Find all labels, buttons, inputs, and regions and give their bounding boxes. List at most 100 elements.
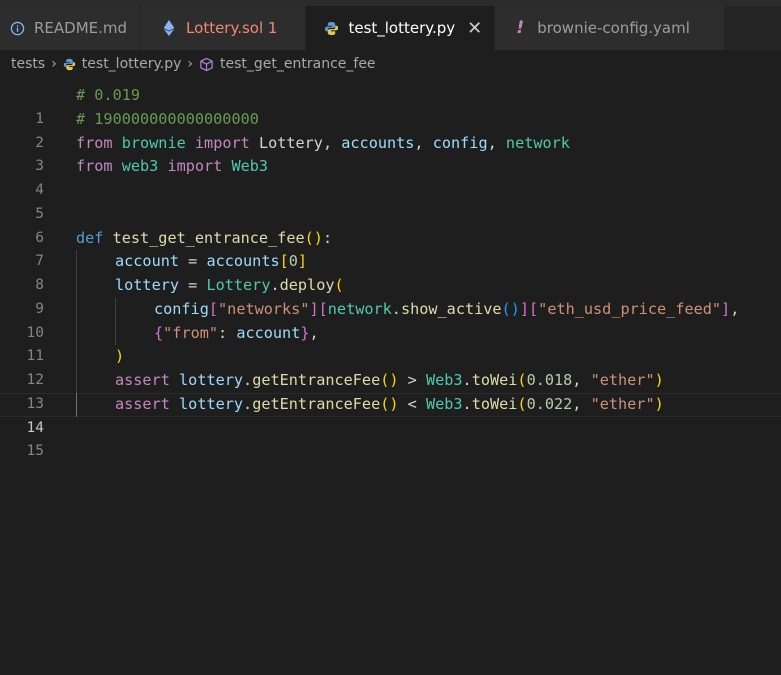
indent-guide <box>76 369 77 393</box>
method-name: show_active <box>400 299 502 318</box>
keyword: from <box>76 133 113 152</box>
code-line: 2 # 190000000000000000 <box>0 108 781 151</box>
breadcrumb-folder[interactable]: tests <box>11 56 45 72</box>
punctuation: . <box>462 394 472 413</box>
keyword: from <box>76 157 113 176</box>
bracket: ] <box>721 299 731 318</box>
number: 0 <box>288 252 298 271</box>
identifier: lottery <box>115 276 180 294</box>
punctuation: : <box>218 323 237 342</box>
tab-label: Lottery.sol 1 <box>186 19 278 37</box>
bracket: ) <box>389 371 399 389</box>
breadcrumb-file[interactable]: test_lottery.py <box>82 56 182 72</box>
indent-guide <box>76 250 77 274</box>
close-icon[interactable]: ✕ <box>467 18 482 39</box>
bracket: ] <box>519 299 530 318</box>
identifier: Web3 <box>231 157 269 176</box>
method-name: getEntranceFee <box>252 371 381 389</box>
indent-guide <box>76 392 77 417</box>
tab-lottery-sol[interactable]: Lottery.sol 1 <box>140 6 307 50</box>
punctuation: . <box>243 371 253 389</box>
identifier: network <box>327 299 392 318</box>
bracket: [ <box>208 299 219 318</box>
bracket: } <box>300 323 310 342</box>
info-icon <box>8 21 26 36</box>
indent-guide <box>76 321 77 346</box>
punctuation: , <box>487 133 497 152</box>
class-name: Lottery <box>206 276 271 294</box>
identifier: lottery <box>179 371 244 389</box>
bracket: ) <box>313 228 323 247</box>
exclamation-icon: ! <box>516 18 525 38</box>
operator: > <box>398 371 426 389</box>
identifier: network <box>505 133 570 152</box>
identifier: config <box>432 133 488 152</box>
code-line: 1 # 0.019 <box>0 84 781 127</box>
breadcrumb-symbol[interactable]: test_get_entrance_fee <box>220 56 376 72</box>
number: 0.018 <box>526 371 573 389</box>
python-icon <box>322 21 340 36</box>
punctuation: . <box>270 276 280 294</box>
tab-label: brownie-config.yaml <box>537 19 690 37</box>
string: "networks" <box>218 299 310 318</box>
bracket: ( <box>380 394 390 413</box>
bracket: ( <box>501 299 511 318</box>
identifier: accounts <box>341 133 415 152</box>
identifier: account <box>115 252 180 271</box>
punctuation: . <box>243 394 253 413</box>
indent-guide <box>115 321 116 346</box>
string: "eth_usd_price_feed" <box>538 299 722 318</box>
bracket: ) <box>654 371 664 389</box>
code-line-current: 14 assert lottery.getEntranceFee() < Web… <box>0 392 781 436</box>
string: "from" <box>163 323 219 342</box>
chevron-right-icon: › <box>51 56 57 72</box>
code-line: 4 from web3 import Web3 <box>0 155 781 198</box>
code-line: 11 {"from": account}, <box>0 321 781 364</box>
punctuation: , <box>730 299 740 318</box>
bracket: ) <box>115 347 125 366</box>
bracket: [ <box>279 252 289 271</box>
operator: = <box>179 276 207 294</box>
comment: # 0.019 <box>76 86 141 104</box>
module-name: web3 <box>121 157 159 176</box>
tab-brownie-config[interactable]: ! brownie-config.yaml <box>495 6 725 50</box>
bracket: [ <box>318 299 328 318</box>
ethereum-icon <box>160 20 178 36</box>
function-name: test_get_entrance_fee <box>112 228 305 247</box>
code-line: 13 assert lottery.getEntranceFee() > Web… <box>0 369 781 412</box>
code-line: 10 config["networks"][network.show_activ… <box>0 297 781 341</box>
punctuation: : <box>322 228 333 247</box>
tab-test-lottery-py[interactable]: test_lottery.py ✕ <box>306 6 496 50</box>
identifier: lottery <box>179 394 244 413</box>
tab-label: test_lottery.py <box>348 19 456 37</box>
identifier: config <box>154 299 209 318</box>
string: "ether" <box>590 394 655 413</box>
cube-icon <box>199 57 214 72</box>
bracket: ( <box>334 276 344 294</box>
operator: = <box>179 252 207 271</box>
code-line: 15 <box>0 417 781 459</box>
method-name: deploy <box>279 276 335 294</box>
code-line: 9 lottery = Lottery.deploy( <box>0 274 781 317</box>
breadcrumb: tests › test_lottery.py › test_get_entra… <box>0 50 781 78</box>
method-name: toWei <box>471 371 518 389</box>
bracket: { <box>154 323 164 342</box>
identifier: Lottery <box>258 133 323 152</box>
bracket: ] <box>297 252 308 271</box>
indent-guide <box>76 345 77 369</box>
code-editor[interactable]: 1 # 0.019 2 # 190000000000000000 3 from … <box>0 84 781 459</box>
line-number: 15 <box>26 443 44 460</box>
tab-readme[interactable]: README.md <box>0 6 141 50</box>
module-name: brownie <box>121 133 186 152</box>
punctuation: , <box>572 394 591 413</box>
keyword: import <box>167 157 223 176</box>
keyword: assert <box>115 371 170 389</box>
identifier: accounts <box>206 252 280 271</box>
code-line: 12 ) <box>0 345 781 388</box>
keyword: import <box>194 133 250 152</box>
number: 0.022 <box>526 394 573 413</box>
punctuation: . <box>391 299 401 318</box>
bracket: ) <box>654 394 664 413</box>
bracket: [ <box>529 299 539 318</box>
punctuation: , <box>414 133 424 152</box>
